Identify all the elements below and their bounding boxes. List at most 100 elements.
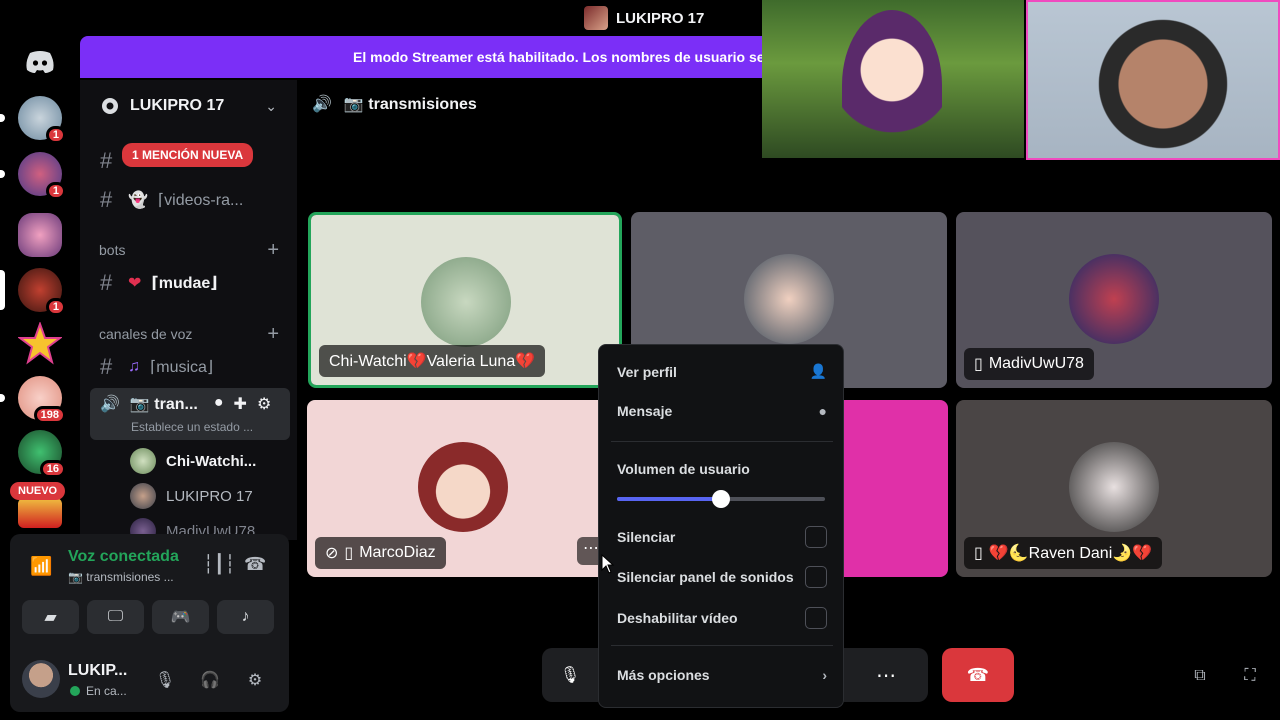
- guild-name: LUKIPRO 17: [130, 97, 225, 114]
- participant-tag: ⊘ ▯ MarcoDiaz: [315, 537, 446, 569]
- avatar: [130, 448, 156, 474]
- ghost-icon: 👻: [128, 192, 148, 209]
- menu-item-ver-perfil[interactable]: Ver perfil 👤: [617, 363, 827, 380]
- category-label: bots: [99, 242, 126, 258]
- settings-button[interactable]: ⚙: [241, 666, 269, 694]
- guild-header[interactable]: LUKIPRO 17 ⌄: [80, 80, 297, 132]
- channel-mudae[interactable]: # ❤ ⌈mudae⌋: [90, 266, 290, 300]
- menu-item-silenciar[interactable]: Silenciar: [617, 526, 827, 548]
- overlay-webcam: [1026, 0, 1280, 160]
- microphone-icon: 🎙: [559, 667, 581, 684]
- hash-icon: #: [100, 148, 113, 173]
- category-voz[interactable]: canales de voz +: [99, 324, 279, 344]
- menu-label: Mensaje: [617, 403, 673, 419]
- disconnect-icon[interactable]: ☎: [244, 554, 266, 575]
- avatar: [421, 257, 511, 347]
- video-tile[interactable]: [844, 400, 948, 577]
- server-icon[interactable]: 16: [18, 430, 66, 478]
- participant-name: MarcoDiaz: [359, 544, 436, 561]
- channel-sidebar: LUKIPRO 17 ⌄ # 1 MENCIÓN NUEVA # 👻 ⌈vide…: [80, 80, 297, 540]
- volume-slider[interactable]: [617, 490, 825, 508]
- volume-slider-handle[interactable]: [712, 490, 730, 508]
- more-controls[interactable]: ⋯: [844, 648, 928, 702]
- new-badge: NUEVO: [10, 482, 66, 500]
- participant-name: Chi-Watchi💔Valeria Luna💔: [329, 353, 536, 370]
- menu-item-mas-opciones[interactable]: Más opciones ›: [617, 667, 827, 683]
- channel-videos[interactable]: # 👻 ⌈videos-ra...: [90, 183, 290, 217]
- window-title-text: LUKIPRO 17: [616, 9, 705, 27]
- menu-divider: [611, 645, 833, 646]
- channel-label: ⌈mudae⌋: [151, 275, 218, 292]
- channel-label: ⌈musica⌋: [150, 359, 214, 376]
- popout-button[interactable]: ⧉: [1186, 662, 1214, 690]
- activities-button[interactable]: 🎮: [152, 600, 209, 634]
- gear-icon[interactable]: ⚙: [257, 394, 271, 414]
- server-icon[interactable]: 1: [18, 268, 66, 316]
- video-tile[interactable]: Chi-Watchi💔Valeria Luna💔: [308, 212, 622, 388]
- menu-item-deshabilitar-video[interactable]: Deshabilitar vídeo: [617, 607, 827, 629]
- voice-connected-label[interactable]: Voz conectada: [68, 548, 179, 566]
- checkbox[interactable]: [805, 607, 827, 629]
- user-name[interactable]: LUKIP...: [68, 662, 127, 680]
- discord-home-icon[interactable]: [18, 40, 62, 84]
- voice-user[interactable]: Chi-Watchi...: [130, 448, 256, 474]
- unread-indicator: [0, 114, 5, 122]
- video-tile[interactable]: ⊘ ▯ MarcoDiaz ⋯: [307, 400, 607, 577]
- category-bots[interactable]: bots +: [99, 240, 279, 260]
- server-thumb-icon: [584, 6, 608, 30]
- popout-icon: ⧉: [1194, 667, 1206, 684]
- server-icon[interactable]: 1: [18, 152, 66, 200]
- phone-icon: ▯: [344, 545, 354, 562]
- channel-musica[interactable]: # ♫ ⌈musica⌋: [90, 350, 290, 384]
- soundboard-button[interactable]: ♪: [217, 600, 274, 634]
- fullscreen-button[interactable]: ⛶: [1236, 662, 1264, 690]
- user-icon: 👤: [809, 363, 827, 379]
- headphones-button[interactable]: 🎧: [196, 666, 224, 694]
- disconnect-button[interactable]: ☎: [942, 648, 1014, 702]
- mention-badge[interactable]: 1 MENCIÓN NUEVA: [122, 143, 254, 167]
- hash-icon: #: [100, 354, 113, 379]
- chat-bubble-icon[interactable]: ●: [214, 394, 224, 412]
- channel-status-text[interactable]: Establece un estado ...: [131, 420, 253, 434]
- mic-button[interactable]: 🎙: [542, 648, 598, 702]
- volume-slider-fill: [617, 497, 721, 501]
- participant-tag: ▯ MadivUwU78: [964, 348, 1094, 380]
- plus-icon[interactable]: +: [267, 240, 279, 260]
- streamer-face: [1088, 12, 1238, 158]
- signal-icon: 📶: [30, 556, 53, 576]
- participant-tag: ▯ 💔🌜Raven Dani🌛💔: [964, 537, 1163, 569]
- noise-suppression-icon[interactable]: ┆┃┆: [203, 554, 236, 575]
- category-label: canales de voz: [99, 326, 193, 342]
- channel-label: ⌈videos-ra...: [157, 192, 244, 209]
- video-tile[interactable]: ▯ MadivUwU78: [956, 212, 1272, 388]
- checkbox[interactable]: [805, 566, 827, 588]
- avatar: [1069, 442, 1159, 532]
- plus-icon[interactable]: +: [267, 324, 279, 344]
- microphone-button[interactable]: 🎙: [151, 666, 179, 694]
- chevron-down-icon: ⌄: [265, 97, 277, 114]
- camera-off-button[interactable]: ▰: [22, 600, 79, 634]
- participant-name: MadivUwU78: [988, 355, 1084, 372]
- screen-share-button[interactable]: 🖵: [87, 600, 144, 634]
- server-icon[interactable]: [18, 498, 62, 528]
- gamepad-icon: 🎮: [170, 609, 191, 626]
- microphone-icon: 🎙: [154, 672, 176, 689]
- avatar[interactable]: [22, 660, 60, 698]
- speaker-icon: 🔊: [312, 96, 332, 113]
- checkbox[interactable]: [805, 526, 827, 548]
- video-tile[interactable]: ▯ 💔🌜Raven Dani🌛💔: [956, 400, 1272, 577]
- menu-item-mensaje[interactable]: Mensaje ●: [617, 403, 827, 419]
- voice-channel-label[interactable]: 📷 transmisiones ...: [68, 570, 174, 584]
- menu-label: Más opciones: [617, 667, 710, 683]
- server-icon[interactable]: [18, 213, 62, 257]
- server-icon[interactable]: 1: [18, 96, 66, 144]
- voice-user[interactable]: LUKIPRO 17: [130, 483, 253, 509]
- participant-name: 💔🌜Raven Dani🌛💔: [988, 545, 1153, 562]
- server-icon[interactable]: 198: [18, 376, 66, 424]
- star-server-icon[interactable]: [17, 321, 63, 366]
- window-title: LUKIPRO 17: [584, 6, 704, 30]
- phone-icon: ▯: [974, 545, 983, 562]
- add-user-icon[interactable]: ✚: [234, 394, 247, 414]
- menu-item-silenciar-panel[interactable]: Silenciar panel de sonidos: [617, 566, 827, 588]
- soundboard-icon: ♪: [241, 608, 250, 625]
